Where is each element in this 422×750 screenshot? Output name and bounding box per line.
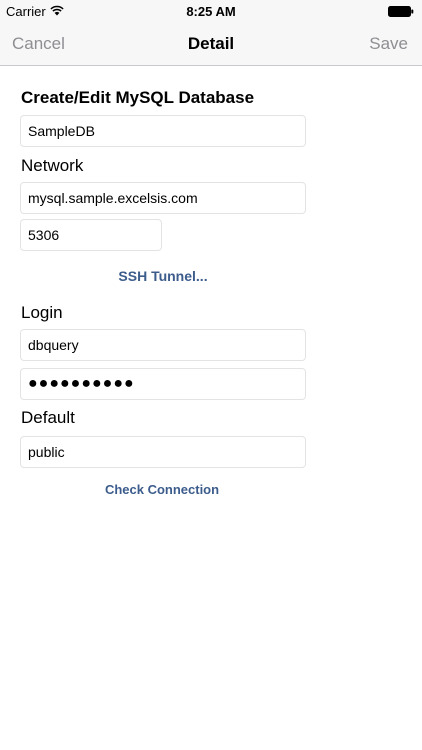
network-label: Network: [21, 156, 84, 175]
save-button[interactable]: Save: [369, 34, 408, 54]
status-time: 8:25 AM: [186, 4, 236, 19]
navigation-bar: Cancel Detail Save: [0, 22, 422, 66]
ssh-tunnel-button[interactable]: SSH Tunnel...: [100, 268, 226, 284]
battery-icon: [388, 6, 414, 17]
status-bar: Carrier 8:25 AM: [0, 0, 422, 22]
page-title: Detail: [187, 34, 235, 53]
host-input[interactable]: [20, 182, 306, 214]
default-label: Default: [21, 408, 75, 427]
username-input[interactable]: [20, 329, 306, 361]
check-connection-button[interactable]: Check Connection: [94, 482, 230, 497]
default-schema-input[interactable]: [20, 436, 306, 468]
password-input[interactable]: [20, 368, 306, 400]
form-header: Create/Edit MySQL Database: [21, 88, 255, 107]
database-name-input[interactable]: [20, 115, 306, 147]
port-input[interactable]: [20, 219, 162, 251]
detail-screen: Carrier 8:25 AM Cancel Detail Save Creat…: [0, 0, 422, 750]
login-label: Login: [21, 303, 63, 322]
